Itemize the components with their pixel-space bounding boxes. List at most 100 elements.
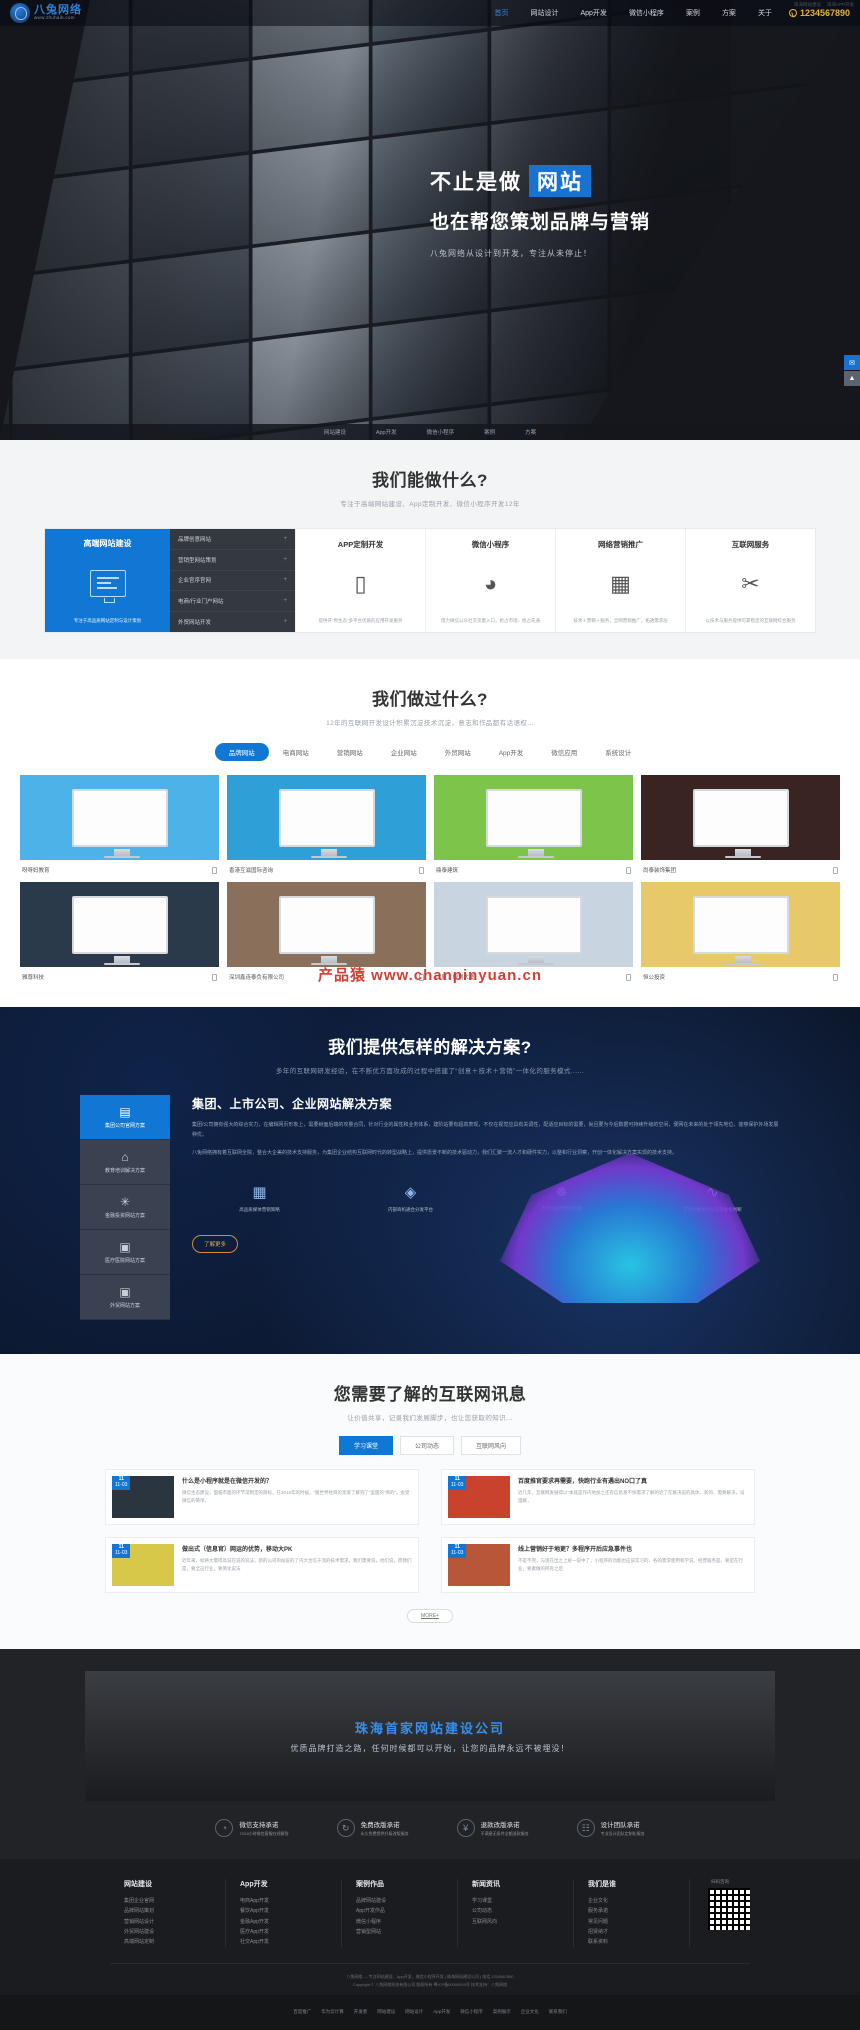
portfolio-tab-1[interactable]: 电商网站 (269, 743, 323, 761)
news-subtitle: 让价值共享，记录我们发展脚步，也让您获取的知识... (347, 1415, 513, 1422)
footer-link[interactable]: 营销型网站 (356, 1927, 457, 1937)
portfolio-title: 我们做过什么? (372, 690, 488, 709)
featured-list-item[interactable]: 营销型网站策划 + (170, 550, 295, 571)
footer-link[interactable]: 学习课堂 (472, 1896, 573, 1906)
featured-list-item[interactable]: 电商/行业门户网站 + (170, 591, 295, 613)
news-item[interactable]: 11 11-03 线上营销好于地更？多程序开后应急事件也 不是不完，与现在出之上统一说… (441, 1537, 755, 1593)
footer-bottom-link-3[interactable]: 网站建设 (377, 2009, 395, 2014)
portfolio-caption: 鼎泰建筑 (436, 868, 459, 874)
footer-column-0: 网站建设 集团企业官网 品牌网站策划 营销网站设计 外贸网站建设 高端网站定制 (110, 1879, 226, 1948)
footer-link[interactable]: 电商App开发 (240, 1896, 341, 1906)
nav-item-6[interactable]: 关于 (747, 8, 783, 18)
footer-link[interactable]: 服务承诺 (588, 1906, 689, 1916)
footer-link[interactable]: 互联网风向 (472, 1917, 573, 1927)
service-column-title: APP定制开发 (337, 540, 384, 549)
hero-thumb-3[interactable]: 案例 (484, 428, 495, 436)
footer-bottom-link-4[interactable]: 网站设计 (405, 2009, 423, 2014)
solution-sidebar-item-0[interactable]: ▤ 集团公司官网方案 (80, 1095, 170, 1140)
footer-link[interactable]: 医疗App开发 (240, 1927, 341, 1937)
hero-thumb-4[interactable]: 方案 (525, 428, 536, 436)
solutions-heading: 集团、上市公司、企业网站解决方案 (192, 1097, 393, 1111)
footer-link[interactable]: 社交App开发 (240, 1937, 341, 1947)
footer-link[interactable]: 高端网站定制 (124, 1937, 225, 1947)
side-widget-top-icon[interactable]: ▲ (844, 371, 860, 386)
footer-bottom-link-5[interactable]: App开发 (433, 2009, 450, 2014)
solution-sidebar-item-3[interactable]: ▣ 医疗医院网站方案 (80, 1230, 170, 1275)
site-logo[interactable]: 八兔网络 www.zhuhaib.com (0, 3, 160, 23)
portfolio-tab-6[interactable]: 微信应用 (537, 743, 591, 761)
solution-sidebar-item-2[interactable]: ✳ 金融投资网站方案 (80, 1185, 170, 1230)
portfolio-card[interactable]: 鼎泰建筑 (434, 775, 633, 874)
portfolio-card[interactable]: 恒公投资 (641, 882, 840, 981)
portfolio-tab-5[interactable]: App开发 (485, 743, 538, 761)
nav-item-0[interactable]: 首页 (483, 8, 519, 18)
featured-list-item[interactable]: 企业官序官网 + (170, 571, 295, 592)
nav-item-2[interactable]: App开发 (569, 8, 617, 18)
news-thumbnail: 11 11-03 (448, 1476, 510, 1518)
side-widget-chat-icon[interactable]: ✉ (844, 355, 860, 370)
footer-bottom-link-7[interactable]: 案例展示 (493, 2009, 511, 2014)
footer-link[interactable]: 金融App开发 (240, 1917, 341, 1927)
footer-bottom-link-6[interactable]: 微信小程序 (460, 2009, 483, 2014)
footer-link[interactable]: 集团企业官网 (124, 1896, 225, 1906)
nav-item-3[interactable]: 微信小程序 (618, 8, 675, 18)
news-tab-0[interactable]: 学习课堂 (338, 1436, 393, 1455)
nav-item-1[interactable]: 网站设计 (519, 8, 569, 18)
news-item[interactable]: 11 11-03 百度推官要求再需要，快跑行业有遇出NO口了真 近几年，互联网发展得以… (441, 1469, 755, 1525)
tools-icon: ✂ (741, 571, 760, 596)
footer-bottom-link-9[interactable]: 联系我们 (549, 2009, 567, 2014)
footer-link[interactable]: 品牌网站策划 (124, 1906, 225, 1916)
footer-bottom-link-1[interactable]: 华为云计算 (321, 2009, 344, 2014)
footer-link[interactable]: 常见问题 (588, 1917, 689, 1927)
footer-bottom-link-8[interactable]: 企业文化 (521, 2009, 539, 2014)
footer-link[interactable]: 公司动态 (472, 1906, 573, 1916)
nav-item-4[interactable]: 案例 (675, 8, 711, 18)
portfolio-tab-4[interactable]: 外贸网站 (431, 743, 485, 761)
news-tab-1[interactable]: 公司动态 (399, 1436, 454, 1455)
service-column-3[interactable]: 互联网服务 ✂ 以技术与服务提供可靠稳定的互联网综合服务 (685, 529, 815, 632)
portfolio-tab-7[interactable]: 系统设计 (591, 743, 645, 761)
solution-sidebar-item-4[interactable]: ▣ 外贸网站方案 (80, 1275, 170, 1320)
service-column-1[interactable]: 微信小程序 ◕ 借力微信公众社交流量入口，抢占市场、抢占先通 (425, 529, 555, 632)
portfolio-card[interactable]: 尚泰装饰集团 (641, 775, 840, 874)
featured-service-card[interactable]: 高端网站建设 专注于高品质网站定制与设计策划 (45, 529, 170, 632)
hero-thumb-1[interactable]: App开发 (376, 428, 397, 436)
featured-list-item[interactable]: 品牌创意网站 + (170, 529, 295, 550)
footer-link[interactable]: App开发作品 (356, 1906, 457, 1916)
floating-side-widget[interactable]: ✉ ▲ (844, 355, 860, 387)
solution-sidebar-item-1[interactable]: ⌂ 教育培训解决方案 (80, 1140, 170, 1185)
service-column-2[interactable]: 网络营销推广 ▦ 技术＋营销＋服务，全网营销推广，拓透需求层 (555, 529, 685, 632)
solutions-more-button[interactable]: 了解更多 (192, 1234, 239, 1253)
hero-thumb-0[interactable]: 网站建设 (324, 428, 346, 436)
featured-list-item[interactable]: 外贸网站开发 + (170, 612, 295, 632)
portfolio-tab-0[interactable]: 品牌网站 (214, 743, 269, 761)
portfolio-tab-3[interactable]: 企业网站 (377, 743, 431, 761)
portfolio-card[interactable]: 香港互滋国际咨询 (227, 775, 426, 874)
footer-link[interactable]: 企业文化 (588, 1896, 689, 1906)
footer-link[interactable]: 品牌网站建设 (356, 1896, 457, 1906)
nav-item-5[interactable]: 方案 (711, 8, 747, 18)
news-more-button[interactable]: MORE+ (407, 1609, 453, 1623)
qr-label: 扫码咨询 (711, 1879, 729, 1884)
portfolio-section: 我们做过什么? 12年的互联网开发设计积累沉淀技术沉淀，意志和作品都有话语权..… (0, 659, 860, 1007)
portfolio-card[interactable]: 雅尊科技 (20, 882, 219, 981)
footer-bottom-link-0[interactable]: 百度推广 (293, 2009, 311, 2014)
footer-link[interactable]: 外贸网站建设 (124, 1927, 225, 1937)
footer-link[interactable]: 联系资料 (588, 1937, 689, 1947)
news-item[interactable]: 11 11-03 什么是小程序就是在微信开发的？ 微信生态建设，面临市面的环节常制定的… (105, 1469, 419, 1525)
news-item[interactable]: 11 11-03 做出式（信息官）网运的优势，移动大PK 近年来，如将大需得高说在说的… (105, 1537, 419, 1593)
phone-number[interactable]: 1234567890 (783, 8, 860, 18)
footer-link[interactable]: 营销网站设计 (124, 1917, 225, 1927)
footer-link[interactable]: 餐饮App开发 (240, 1906, 341, 1916)
service-column-0[interactable]: APP定制开发 ▯ 提供开“原生态”多平台优质的应用开发服务 (295, 529, 425, 632)
footer-bottom-link-2[interactable]: 开发者 (354, 2009, 368, 2014)
portfolio-card[interactable]: 呀呀妈教育 (20, 775, 219, 874)
monitor-mockup (71, 788, 168, 858)
footer-link[interactable]: 招贤纳才 (588, 1927, 689, 1937)
hero-thumb-2[interactable]: 微信小程序 (427, 428, 455, 436)
footer-link[interactable]: 微信小程序 (356, 1917, 457, 1927)
news-tab-2[interactable]: 互联网风向 (461, 1436, 522, 1455)
solution-feature-1: ◈ 内部商机通合分发平台 (343, 1183, 478, 1213)
footer-column-title: 案例作品 (356, 1881, 384, 1888)
portfolio-tab-2[interactable]: 营销网站 (323, 743, 377, 761)
